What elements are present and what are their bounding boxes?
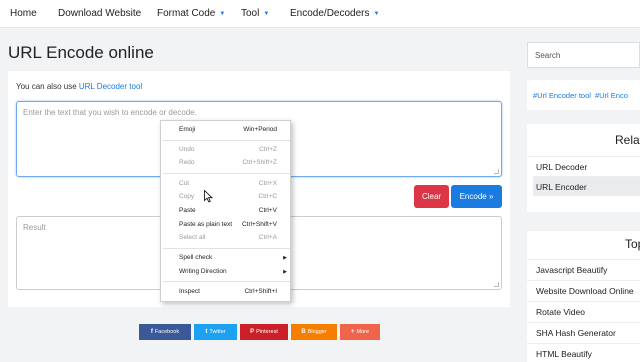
- resize-handle[interactable]: [494, 169, 499, 174]
- sidebar-search-input[interactable]: Search: [527, 42, 640, 68]
- ctx-paste-plain[interactable]: Paste as plain text Ctrl+Shift+V: [161, 219, 292, 231]
- blogger-icon: B: [301, 329, 306, 335]
- ctx-shortcut: Ctrl+A: [258, 234, 277, 241]
- ctx-shortcut: Ctrl+V: [258, 207, 277, 214]
- tag-link[interactable]: #Url Enco: [595, 91, 628, 100]
- result-placeholder: Result: [23, 223, 46, 232]
- ctx-shortcut: Ctrl+Shift+V: [241, 221, 277, 228]
- caret-down-icon: ▼: [373, 11, 380, 17]
- tag-link[interactable]: #Url Encoder tool: [533, 91, 591, 100]
- input-placeholder: Enter the text that you wish to encode o…: [23, 108, 197, 117]
- ctx-label: Spell check: [179, 254, 213, 261]
- tags-box: #Url Encoder tool #Url Enco: [527, 80, 640, 110]
- share-more-label: More: [356, 329, 370, 335]
- pinterest-icon: P: [250, 329, 255, 335]
- ctx-label: Redo: [179, 159, 195, 166]
- ctx-paste[interactable]: Paste Ctrl+V: [161, 205, 292, 217]
- top-heading: Top: [625, 237, 640, 251]
- facebook-icon: f: [150, 329, 153, 335]
- nav-tool[interactable]: Tool ▼: [241, 8, 269, 19]
- top-nav: Home Download Website Format Code ▼ Tool ▼…: [0, 0, 640, 28]
- top-item[interactable]: Website Download Online: [527, 280, 640, 300]
- caret-down-icon: ▼: [219, 11, 226, 17]
- nav-encode-decoders[interactable]: Encode/Decoders ▼: [290, 8, 379, 19]
- ctx-label: Copy: [179, 193, 195, 200]
- nav-tool-label: Tool: [241, 8, 260, 19]
- decoder-hint: You can also use URL Decoder tool: [16, 82, 142, 91]
- ctx-writing-direction[interactable]: Writing Direction ▶: [161, 266, 292, 278]
- share-blogger-label: Blogger: [307, 329, 327, 335]
- ctx-copy[interactable]: Copy Ctrl+C: [161, 191, 292, 203]
- related-heading: Relat: [615, 133, 640, 147]
- ctx-label: Select all: [179, 234, 206, 241]
- ctx-label: Writing Direction: [179, 268, 227, 275]
- top-item[interactable]: Rotate Video: [527, 301, 640, 321]
- share-pinterest-label: Pinterest: [256, 329, 278, 335]
- clear-button[interactable]: Clear: [414, 185, 449, 208]
- ctx-redo[interactable]: Redo Ctrl+Shift+Z: [161, 157, 292, 169]
- top-item[interactable]: HTML Beautify: [527, 343, 640, 362]
- ctx-shortcut: Ctrl+Shift+I: [244, 288, 277, 295]
- ctx-emoji[interactable]: Emoji Win+Period: [161, 124, 292, 136]
- ctx-cut[interactable]: Cut Ctrl+X: [161, 178, 292, 190]
- search-placeholder: Search: [535, 51, 561, 60]
- nav-format-code[interactable]: Format Code ▼: [157, 8, 225, 19]
- related-card: Relat URL Decoder URL Encoder: [527, 124, 640, 212]
- decoder-tool-link[interactable]: URL Decoder tool: [79, 82, 142, 91]
- ctx-inspect[interactable]: Inspect Ctrl+Shift+I: [161, 286, 292, 298]
- top-item[interactable]: SHA Hash Generator: [527, 322, 640, 342]
- top-tools-card: Top Javascript Beautify Website Download…: [527, 231, 640, 362]
- ctx-label: Undo: [179, 146, 195, 153]
- submenu-arrow-icon: ▶: [283, 269, 287, 275]
- nav-home-label: Home: [10, 8, 37, 19]
- share-facebook-button[interactable]: f Facebook: [139, 324, 191, 340]
- ctx-shortcut: Ctrl+Z: [259, 146, 277, 153]
- share-more-button[interactable]: + More: [340, 324, 380, 340]
- share-twitter-button[interactable]: t Twitter: [194, 324, 237, 340]
- top-item[interactable]: Javascript Beautify: [527, 259, 640, 279]
- nav-download-website-label: Download Website: [58, 8, 142, 19]
- ctx-label: Paste: [179, 207, 196, 214]
- ctx-shortcut: Ctrl+Shift+Z: [242, 159, 277, 166]
- share-blogger-button[interactable]: B Blogger: [291, 324, 337, 340]
- share-pinterest-button[interactable]: P Pinterest: [240, 324, 288, 340]
- twitter-icon: t: [205, 329, 208, 335]
- ctx-spell-check[interactable]: Spell check ▶: [161, 252, 292, 264]
- context-menu: Emoji Win+Period Undo Ctrl+Z Redo Ctrl+Shif…: [160, 120, 291, 302]
- ctx-shortcut: Ctrl+X: [258, 180, 277, 187]
- nav-home[interactable]: Home: [10, 8, 37, 19]
- ctx-undo[interactable]: Undo Ctrl+Z: [161, 144, 292, 156]
- ctx-shortcut: Ctrl+C: [258, 193, 277, 200]
- nav-encode-decoders-label: Encode/Decoders: [290, 8, 370, 19]
- page-title: URL Encode online: [8, 43, 154, 62]
- nav-download-website[interactable]: Download Website: [58, 8, 141, 19]
- encode-button[interactable]: Encode »: [451, 185, 502, 208]
- ctx-shortcut: Win+Period: [243, 126, 277, 133]
- ctx-label: Emoji: [179, 126, 196, 133]
- share-twitter-label: Twitter: [209, 329, 226, 335]
- share-facebook-label: Facebook: [154, 329, 180, 335]
- hint-text: You can also use: [16, 82, 77, 91]
- related-item-url-encoder[interactable]: URL Encoder: [533, 176, 640, 196]
- ctx-divider: [163, 248, 290, 249]
- ctx-select-all[interactable]: Select all Ctrl+A: [161, 232, 292, 244]
- mouse-cursor-icon: [204, 190, 213, 203]
- caret-down-icon: ▼: [263, 11, 270, 17]
- ctx-divider: [163, 140, 290, 141]
- ctx-label: Inspect: [179, 288, 200, 295]
- submenu-arrow-icon: ▶: [283, 255, 287, 261]
- resize-handle[interactable]: [494, 282, 499, 287]
- ctx-divider: [163, 281, 290, 282]
- ctx-label: Cut: [179, 180, 190, 187]
- ctx-label: Paste as plain text: [179, 221, 233, 228]
- plus-icon: +: [350, 329, 355, 335]
- related-item-url-decoder[interactable]: URL Decoder: [527, 156, 640, 176]
- nav-format-code-label: Format Code: [157, 8, 216, 19]
- ctx-divider: [163, 173, 290, 174]
